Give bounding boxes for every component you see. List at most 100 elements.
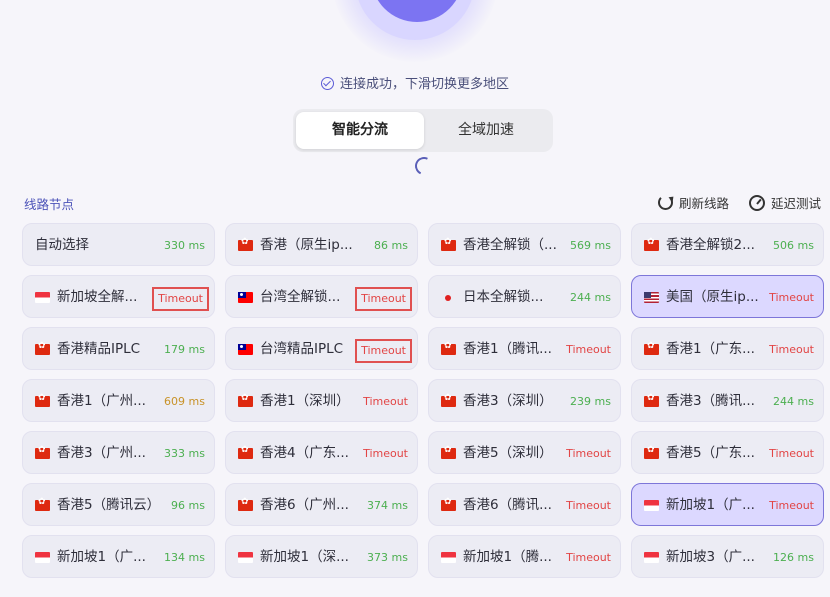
latency-test-label: 延迟测试: [770, 196, 821, 211]
flag-sg-icon: [441, 552, 456, 563]
flag-hk-icon: [644, 341, 659, 355]
node-latency: 126 ms: [773, 551, 814, 564]
flag-hk-icon: [238, 497, 253, 511]
node-card[interactable]: 台湾全解锁... Timeout: [225, 275, 418, 318]
node-card[interactable]: 香港3（腾讯... 244 ms: [631, 379, 824, 422]
tab-smart-routing[interactable]: 智能分流: [296, 112, 424, 149]
connection-status: 连接成功，下滑切换更多地区: [0, 73, 830, 92]
node-card[interactable]: 日本全解锁... 244 ms: [428, 275, 621, 318]
flag-hk-icon: [238, 237, 253, 251]
node-name: 新加坡3（广...: [666, 549, 755, 565]
refresh-routes-button[interactable]: 刷新线路: [657, 193, 729, 212]
node-latency: Timeout: [355, 287, 412, 311]
latency-test-button[interactable]: 延迟测试: [748, 193, 821, 212]
node-card[interactable]: 香港6（广州... 374 ms: [225, 483, 418, 526]
speedometer-icon: [748, 194, 765, 211]
node-latency: 96 ms: [171, 499, 205, 512]
node-latency: Timeout: [566, 551, 611, 564]
mode-switch: 智能分流 全域加速: [293, 109, 553, 152]
flag-sg-icon: [644, 500, 659, 511]
node-latency: Timeout: [566, 343, 611, 356]
flag-hk-icon: [441, 445, 456, 459]
node-card[interactable]: 香港1（广州... 609 ms: [22, 379, 215, 422]
flag-hk-icon: [35, 497, 50, 511]
node-card[interactable]: 新加坡1（广... Timeout: [631, 483, 824, 526]
node-name: 香港精品IPLC: [57, 341, 141, 357]
flag-sg-icon: [35, 292, 50, 303]
node-latency: Timeout: [363, 395, 408, 408]
flag-hk-icon: [238, 393, 253, 407]
node-latency: Timeout: [566, 447, 611, 460]
flag-hk-icon: [644, 237, 659, 251]
tab-global-acceleration[interactable]: 全域加速: [422, 112, 550, 149]
node-latency: Timeout: [152, 287, 209, 311]
node-card[interactable]: 香港3（广州... 333 ms: [22, 431, 215, 474]
node-card[interactable]: 美国（原生ip... Timeout: [631, 275, 824, 318]
node-card[interactable]: 香港1（腾讯... Timeout: [428, 327, 621, 370]
node-latency: 134 ms: [164, 551, 205, 564]
flag-sg-icon: [238, 552, 253, 563]
node-latency: 244 ms: [773, 395, 814, 408]
node-latency: Timeout: [769, 343, 814, 356]
node-name: 香港5（腾讯云）: [57, 497, 161, 513]
flag-us-icon: [644, 292, 659, 303]
node-name: 香港6（广州...: [260, 497, 349, 513]
node-latency: 179 ms: [164, 343, 205, 356]
node-card[interactable]: 香港4（广东... Timeout: [225, 431, 418, 474]
node-name: 自动选择: [35, 237, 89, 253]
flag-hk-icon: [35, 393, 50, 407]
section-tools: 刷新线路 延迟测试: [657, 193, 821, 212]
node-card[interactable]: 新加坡1（广... 134 ms: [22, 535, 215, 578]
flag-tw-icon: [238, 292, 253, 303]
node-name: 台湾精品IPLC: [260, 341, 344, 357]
node-card[interactable]: 香港1（广东... Timeout: [631, 327, 824, 370]
flag-hk-icon: [35, 341, 50, 355]
node-card[interactable]: 新加坡全解... Timeout: [22, 275, 215, 318]
connect-orb[interactable]: [0, 0, 830, 70]
refresh-label: 刷新线路: [678, 196, 729, 211]
node-name: 香港全解锁（...: [463, 237, 557, 253]
loading-spinner-icon: [412, 154, 436, 178]
node-card[interactable]: 香港1（深圳） Timeout: [225, 379, 418, 422]
node-latency: Timeout: [566, 499, 611, 512]
node-card[interactable]: 新加坡3（广... 126 ms: [631, 535, 824, 578]
node-name: 美国（原生ip...: [666, 289, 759, 305]
node-card[interactable]: 香港（原生ip... 86 ms: [225, 223, 418, 266]
node-card[interactable]: 香港5（深圳） Timeout: [428, 431, 621, 474]
flag-hk-icon: [644, 445, 659, 459]
node-latency: Timeout: [769, 499, 814, 512]
status-text: 连接成功，下滑切换更多地区: [339, 77, 509, 92]
node-latency: Timeout: [355, 339, 412, 363]
node-card[interactable]: 香港3（深圳） 239 ms: [428, 379, 621, 422]
node-name: 香港4（广东...: [260, 445, 349, 461]
node-card[interactable]: 香港5（腾讯云） 96 ms: [22, 483, 215, 526]
node-card[interactable]: 新加坡1（腾... Timeout: [428, 535, 621, 578]
node-name: 新加坡全解...: [57, 289, 138, 305]
flag-sg-icon: [644, 552, 659, 563]
node-card[interactable]: 香港精品IPLC 179 ms: [22, 327, 215, 370]
node-name: 新加坡1（深...: [260, 549, 349, 565]
node-card[interactable]: 香港5（广东... Timeout: [631, 431, 824, 474]
node-card[interactable]: 香港全解锁2... 506 ms: [631, 223, 824, 266]
node-latency: 374 ms: [367, 499, 408, 512]
node-card[interactable]: 新加坡1（深... 373 ms: [225, 535, 418, 578]
flag-hk-icon: [441, 497, 456, 511]
node-latency: 373 ms: [367, 551, 408, 564]
node-name: 香港1（广东...: [666, 341, 755, 357]
node-card[interactable]: 香港6（腾讯... Timeout: [428, 483, 621, 526]
node-latency: 569 ms: [570, 239, 611, 252]
node-name: 香港1（广州...: [57, 393, 146, 409]
node-name: 日本全解锁...: [463, 289, 544, 305]
node-name: 香港5（广东...: [666, 445, 755, 461]
node-name: 香港1（腾讯...: [463, 341, 552, 357]
node-card[interactable]: 台湾精品IPLC Timeout: [225, 327, 418, 370]
node-name: 香港1（深圳）: [260, 393, 350, 409]
check-circle-icon: [320, 77, 334, 90]
flag-sg-icon: [35, 552, 50, 563]
node-name: 新加坡1（腾...: [463, 549, 552, 565]
node-card[interactable]: 自动选择 330 ms: [22, 223, 215, 266]
node-latency: 609 ms: [164, 395, 205, 408]
node-card[interactable]: 香港全解锁（... 569 ms: [428, 223, 621, 266]
node-name: 香港3（广州...: [57, 445, 146, 461]
node-latency: Timeout: [363, 447, 408, 460]
